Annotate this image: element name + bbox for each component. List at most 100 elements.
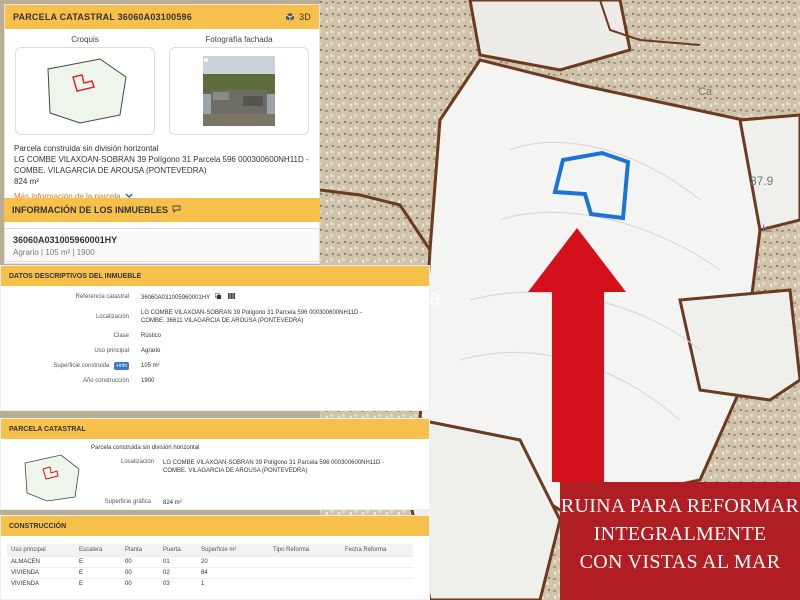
table-row: VIVIENDA E 00 02 84 [7, 566, 413, 578]
construccion-header: CONSTRUCCIÓN [1, 516, 429, 536]
facade-photo [203, 56, 275, 126]
table-cell: 84 [197, 566, 269, 578]
inmueble-ref: 36060A031005960001HY [13, 235, 118, 245]
parcela2-croquis [24, 454, 80, 502]
map-label-3: Ca [698, 86, 713, 98]
table-cell: E [75, 555, 121, 567]
table-row: VIVIENDA E 00 03 1 [7, 577, 413, 589]
col-puerta: Puerta [159, 544, 197, 556]
expand-icon [204, 58, 208, 62]
row-clase-key: Clase [113, 333, 129, 339]
datos-header: DATOS DESCRIPTIVOS DEL INMUEBLE [1, 266, 429, 286]
table-cell: 03 [159, 577, 197, 589]
row-clase-value: Rústico [141, 333, 162, 339]
table-cell [341, 555, 413, 567]
parcel-address-line1: LG COMBE VILAXOAN-SOBRAN 39 Polígono 31 … [14, 155, 309, 164]
parcela-catastral-panel: PARCELA CATASTRAL Parcela construida sin… [0, 418, 430, 510]
parcela2-sup-key: Superficie gráfica [104, 499, 151, 505]
banner-line3: CON VISTAS AL MAR [579, 551, 781, 573]
row-uso: Uso principal Agrario [1, 347, 429, 355]
row-referencia-value: 36060A031005960001HY [141, 295, 210, 301]
table-cell [269, 555, 341, 567]
parcel-panel: PARCELA CATASTRAL 36060A03100596 3D Croq… [4, 4, 320, 264]
row-localizacion: Localización LG COMBE VILAXOAN-SOBRAN 39… [1, 309, 429, 325]
row-superficie-value: 105 m² [141, 363, 160, 369]
table-cell: 00 [121, 577, 159, 589]
inmuebles-header-title: INFORMACIÓN DE LOS INMUEBLES [12, 205, 169, 215]
table-cell: 00 [121, 555, 159, 567]
table-cell [341, 577, 413, 589]
croquis-sketch [47, 58, 127, 124]
banner-line2: INTEGRALMENTE [593, 523, 767, 545]
table-cell: E [75, 577, 121, 589]
construccion-header-title: CONSTRUCCIÓN [9, 522, 67, 530]
map-icon[interactable] [228, 293, 236, 301]
parcel-area: 824 m² [14, 177, 39, 186]
parcel-address-line2: COMBE. VILAGARCIA DE AROUSA (PONTEVEDRA) [14, 166, 207, 175]
row-localizacion-key: Localización [95, 314, 129, 320]
parcela2-sup-value: 824 m² [163, 500, 182, 506]
row-anio-key: Año construcción [82, 378, 129, 384]
col-superficie: Superficie m² [197, 544, 269, 556]
banner-line1: RUINA PARA REFORMAR [560, 495, 800, 517]
row-uso-value: Agrario [141, 348, 161, 354]
facade-photo-thumb[interactable]: Fotografía fachada [167, 35, 311, 135]
copy-icon[interactable] [214, 292, 223, 301]
col-escalera: Escalera [75, 544, 121, 556]
inmuebles-header: INFORMACIÓN DE LOS INMUEBLES [4, 198, 320, 222]
datos-descriptivos-panel: DATOS DESCRIPTIVOS DEL INMUEBLE Referenc… [0, 265, 430, 411]
parcela2-header: PARCELA CATASTRAL [1, 419, 429, 439]
view-3d-button[interactable]: 3D [285, 12, 311, 23]
table-row: ALMACEN E 00 01 20 [7, 555, 413, 567]
inmueble-card[interactable]: 36060A031005960001HY Agrario | 105 m² | … [4, 228, 320, 262]
row-clase: Clase Rústico [1, 332, 429, 340]
table-cell: 01 [159, 555, 197, 567]
map-label-2: Ic [762, 223, 771, 235]
table-cell: 02 [159, 566, 197, 578]
parcela2-description: Parcela construida sin división horizont… [91, 445, 200, 451]
parcela2-loc-key: Localización [121, 459, 155, 465]
table-cell [269, 566, 341, 578]
parcela2-header-title: PARCELA CATASTRAL [9, 425, 86, 433]
col-fecha-reforma: Fecha Reforma [341, 544, 413, 556]
parcela2-localizacion: Localización LG COMBE VILAXOAN-SOBRAN 39… [121, 459, 403, 475]
map-label-1: 37.9 [750, 174, 774, 188]
facade-photo-label: Fotografía fachada [205, 35, 273, 44]
table-cell: 1 [197, 577, 269, 589]
table-cell: 00 [121, 566, 159, 578]
row-localizacion-value: LG COMBE VILAXOAN-SOBRAN 39 Polígono 31 … [141, 310, 363, 324]
col-planta: Planta [121, 544, 159, 556]
table-cell: VIVIENDA [7, 577, 75, 589]
table-cell: E [75, 566, 121, 578]
row-anio-value: 1900 [141, 378, 155, 384]
table-cell [269, 577, 341, 589]
parcel-header: PARCELA CATASTRAL 36060A03100596 3D [5, 5, 319, 29]
parcela2-loc-value: LG COMBE VILAXOAN-SOBRAN 39 Polígono 31 … [163, 460, 385, 474]
inmueble-summary: Agrario | 105 m² | 1900 [13, 248, 95, 257]
col-uso: Uso principal [7, 544, 75, 556]
speech-bubble-icon[interactable] [172, 205, 181, 215]
parcel-description: Parcela construida sin división horizont… [14, 144, 159, 153]
row-superficie-key: Superficie construida [53, 363, 110, 369]
croquis-thumb[interactable]: Croquis [13, 35, 157, 135]
parcela2-superficie: Superficie gráfica 824 m² [89, 499, 403, 507]
table-cell [341, 566, 413, 578]
map-plot-right [678, 288, 800, 402]
inmuebles-panel: INFORMACIÓN DE LOS INMUEBLES [4, 198, 320, 222]
table-cell: 20 [197, 555, 269, 567]
view-3d-label: 3D [299, 12, 311, 22]
construccion-table: Uso principal Escalera Planta Puerta Sup… [7, 544, 413, 589]
col-tipo-reforma: Tipo Reforma [269, 544, 341, 556]
row-anio: Año construcción 1900 [1, 377, 429, 385]
datos-header-title: DATOS DESCRIPTIVOS DEL INMUEBLE [9, 272, 142, 280]
table-cell: ALMACEN [7, 555, 75, 567]
croquis-label: Croquis [71, 35, 99, 44]
table-header-row: Uso principal Escalera Planta Puerta Sup… [7, 544, 413, 556]
row-superficie: Superficie construida +info 105 m² [1, 362, 429, 370]
parcel-header-title: PARCELA CATASTRAL 36060A03100596 [13, 12, 192, 22]
more-info-button[interactable]: +info [114, 362, 129, 370]
row-referencia-key: Referencia catastral [75, 294, 129, 300]
row-referencia: Referencia catastral 36060A031005960001H… [1, 292, 429, 302]
table-cell: VIVIENDA [7, 566, 75, 578]
cube-3d-icon [285, 12, 296, 23]
